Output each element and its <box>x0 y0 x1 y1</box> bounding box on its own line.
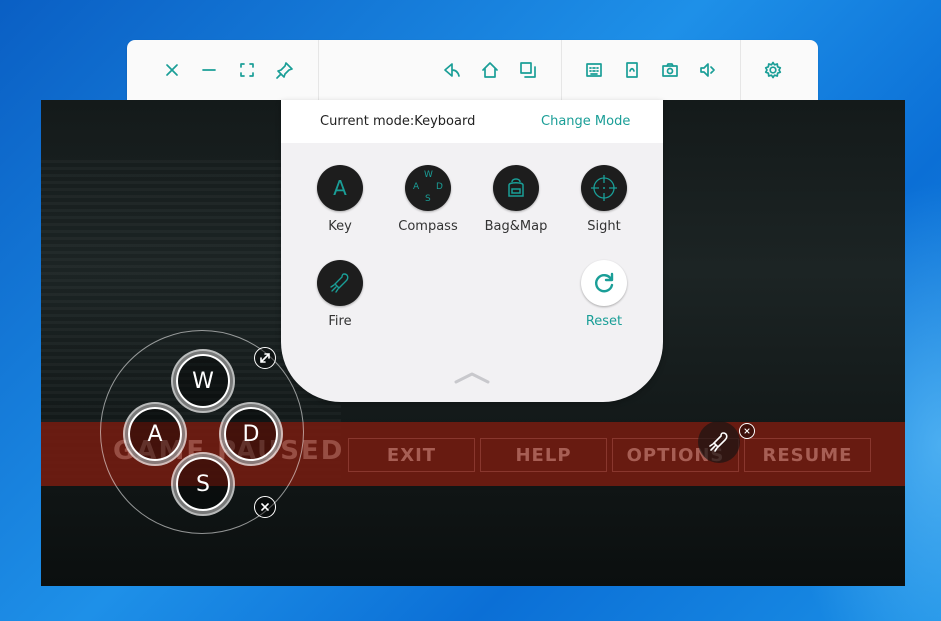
sight-label: Sight <box>587 219 621 234</box>
backpack-icon <box>493 165 539 211</box>
compass-icon: W A D S <box>405 165 451 211</box>
minimize-icon[interactable] <box>197 58 221 82</box>
crosshair-icon <box>581 165 627 211</box>
remove-joystick-icon[interactable] <box>254 496 276 518</box>
toolbar-divider <box>740 40 741 100</box>
fire-label: Fire <box>328 314 352 329</box>
recent-apps-icon[interactable] <box>516 58 540 82</box>
bullet-icon <box>317 260 363 306</box>
key-icon: A <box>317 165 363 211</box>
collapse-panel-icon[interactable] <box>453 370 491 389</box>
settings-icon[interactable] <box>761 58 785 82</box>
screenshot-icon[interactable] <box>658 58 682 82</box>
panel-header: Current mode:Keyboard Change Mode <box>281 100 663 143</box>
home-icon[interactable] <box>478 58 502 82</box>
joystick-key-up[interactable]: W <box>176 354 230 408</box>
resize-icon[interactable] <box>254 347 276 369</box>
keyboard-icon[interactable] <box>582 58 606 82</box>
joystick-key-left[interactable]: A <box>128 407 182 461</box>
sight-item[interactable]: Sight <box>559 165 649 234</box>
toolbar-divider <box>561 40 562 100</box>
help-button[interactable]: HELP <box>480 438 607 472</box>
key-item[interactable]: A Key <box>295 165 385 234</box>
bag-map-item[interactable]: Bag&Map <box>471 165 561 234</box>
fullscreen-icon[interactable] <box>235 58 259 82</box>
fire-icon <box>709 432 728 452</box>
back-icon[interactable] <box>440 58 464 82</box>
fire-key[interactable] <box>698 421 740 463</box>
joystick-key-down[interactable]: S <box>176 457 230 511</box>
bag-map-label: Bag&Map <box>484 219 548 234</box>
change-mode-link[interactable]: Change Mode <box>541 114 630 129</box>
reset-icon <box>581 260 627 306</box>
current-mode-label: Current mode:Keyboard <box>320 114 476 129</box>
compass-item[interactable]: W A D S Compass <box>383 165 473 234</box>
emulator-toolbar <box>127 40 818 100</box>
volume-icon[interactable] <box>696 58 720 82</box>
fire-item[interactable]: Fire <box>295 260 385 329</box>
pin-icon[interactable] <box>273 58 297 82</box>
keymap-panel: Current mode:Keyboard Change Mode A Key … <box>281 100 663 402</box>
toolbar-divider <box>318 40 319 100</box>
joystick-key-right[interactable]: D <box>224 407 278 461</box>
reset-item[interactable]: Reset <box>559 260 649 329</box>
reset-label: Reset <box>585 314 623 329</box>
resume-button[interactable]: RESUME <box>744 438 871 472</box>
close-icon[interactable] <box>160 58 184 82</box>
shake-icon[interactable] <box>620 58 644 82</box>
compass-label: Compass <box>398 219 458 234</box>
exit-button[interactable]: EXIT <box>348 438 475 472</box>
remove-fire-icon[interactable] <box>739 423 755 439</box>
key-label: Key <box>328 219 352 234</box>
